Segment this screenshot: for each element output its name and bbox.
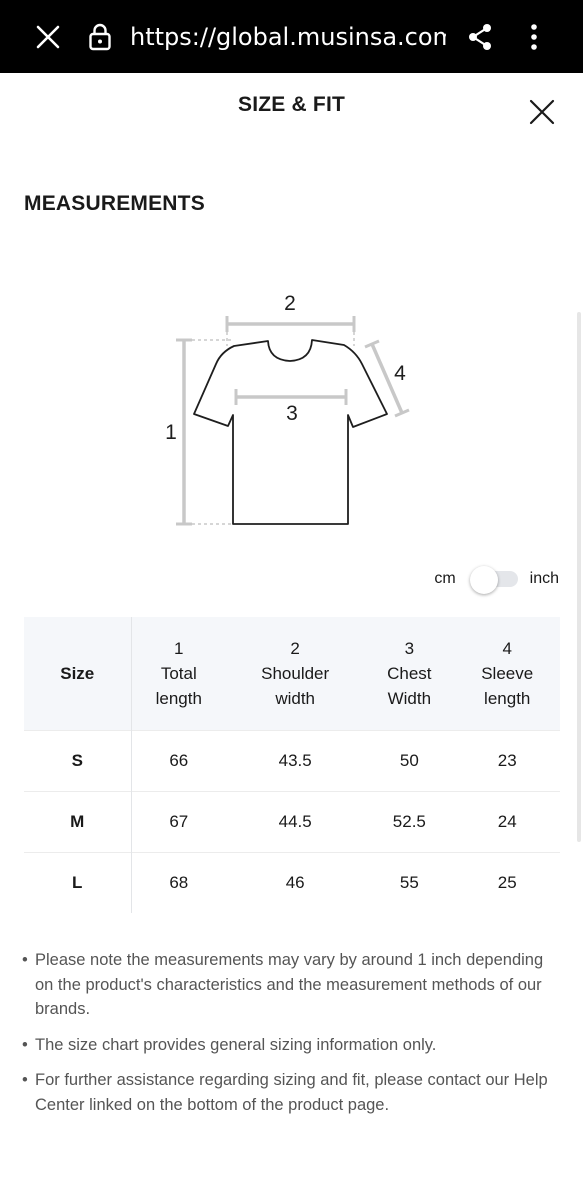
column-label: Width (387, 688, 432, 708)
close-sheet-button[interactable] (527, 97, 557, 127)
column-label: length (155, 688, 202, 708)
table-cell: 52.5 (364, 790, 455, 852)
table-cell: 24 (454, 790, 560, 852)
table-cell: 55 (364, 851, 455, 913)
table-row: M 67 44.5 52.5 24 (24, 790, 560, 852)
table-cell: 43.5 (226, 729, 365, 791)
size-column-header: Size (24, 617, 132, 730)
tshirt-outline (193, 339, 388, 525)
unit-toggle: cm inch (434, 566, 559, 594)
scrollbar[interactable] (577, 312, 581, 842)
size-cell: M (24, 790, 132, 852)
diagram-label-total-length: 1 (165, 421, 177, 444)
browser-toolbar: https://global.musinsa.com/h (0, 0, 583, 73)
lock-icon[interactable] (86, 0, 114, 73)
table-cell: 50 (364, 729, 455, 791)
unit-inch-label[interactable]: inch (530, 570, 559, 588)
table-cell: 44.5 (226, 790, 365, 852)
table-cell: 46 (226, 851, 365, 913)
note-item: For further assistance regarding sizing … (22, 1068, 562, 1117)
share-icon[interactable] (465, 0, 495, 73)
note-item: The size chart provides general sizing i… (22, 1033, 562, 1058)
size-cell: L (24, 851, 132, 913)
table-cell: 25 (454, 851, 560, 913)
column-header: 4 Sleeve length (454, 617, 560, 730)
column-number: 3 (404, 638, 415, 658)
diagram-label-sleeve: 4 (394, 362, 406, 385)
switch-knob[interactable] (469, 566, 498, 594)
column-label: width (275, 688, 315, 708)
sheet-title: SIZE & FIT (238, 93, 345, 116)
column-number: 4 (502, 638, 512, 658)
table-header-row: Size 1 Total length 2 Shoulder width 3 C… (24, 617, 560, 730)
column-label: Sleeve (481, 663, 534, 683)
table-cell: 66 (131, 729, 227, 791)
table-row: L 68 46 55 25 (24, 851, 560, 913)
size-chart-table: Size 1 Total length 2 Shoulder width 3 C… (24, 617, 560, 913)
more-vertical-icon[interactable] (522, 0, 546, 73)
table-cell: 68 (131, 851, 227, 913)
size-notes: Please note the measurements may vary by… (22, 948, 562, 1128)
column-label: Chest (387, 663, 432, 683)
measurements-title: MEASUREMENTS (24, 192, 205, 215)
column-header: 2 Shoulder width (226, 617, 365, 730)
close-icon[interactable] (30, 0, 66, 73)
table-cell: 67 (131, 790, 227, 852)
close-icon (529, 99, 555, 125)
note-item: Please note the measurements may vary by… (22, 948, 562, 1022)
column-label: length (484, 688, 531, 708)
url-field[interactable]: https://global.musinsa.com/h (130, 0, 446, 73)
diagram-label-shoulder: 2 (284, 292, 296, 315)
column-label: Shoulder (261, 663, 330, 683)
diagram-label-chest: 3 (286, 402, 298, 425)
column-number: 2 (290, 638, 300, 658)
column-header: 1 Total length (131, 617, 227, 730)
column-number: 1 (174, 638, 184, 658)
tshirt-measurement-diagram: 2 3 1 4 (165, 292, 410, 526)
table-row: S 66 43.5 50 23 (24, 729, 560, 791)
table-cell: 23 (454, 729, 560, 791)
column-label: Total (160, 663, 197, 683)
column-header: 3 Chest Width (364, 617, 455, 730)
size-cell: S (24, 729, 132, 791)
unit-cm-label[interactable]: cm (434, 570, 455, 588)
unit-switch[interactable] (469, 566, 518, 594)
